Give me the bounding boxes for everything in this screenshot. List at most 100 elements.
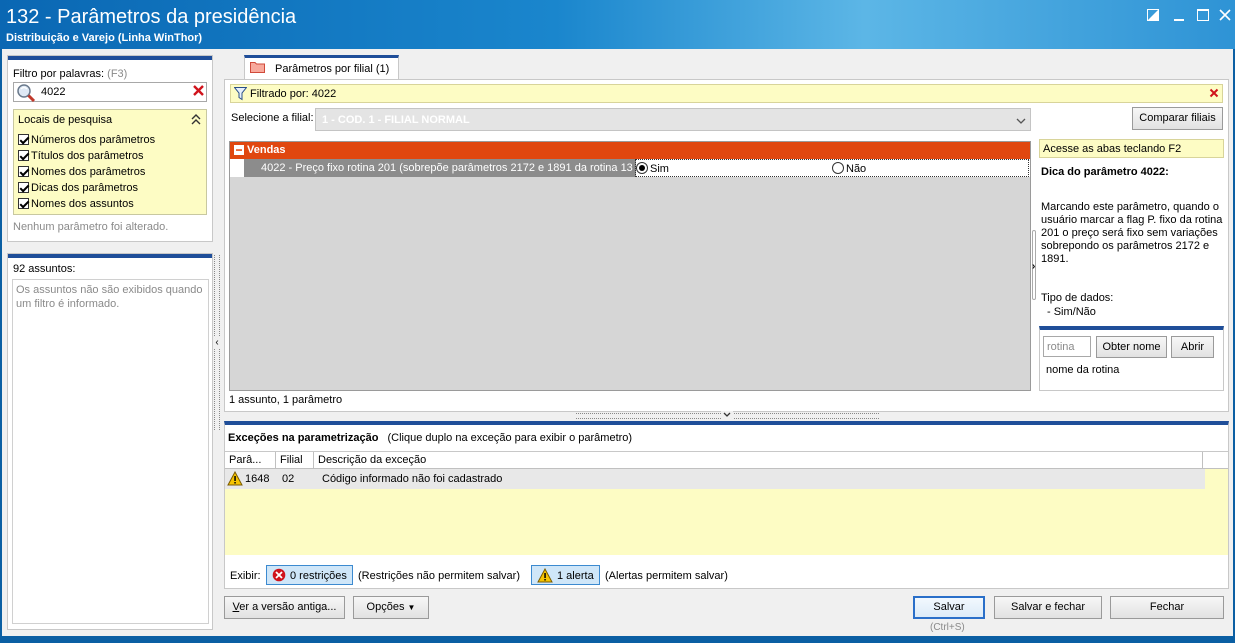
expand-right-icon[interactable]: › <box>1032 261 1035 272</box>
radio-unselected-icon[interactable] <box>832 162 844 174</box>
panel-accent-bar <box>8 56 212 60</box>
subjects-list[interactable]: Os assuntos não são exibidos quando um f… <box>12 279 209 624</box>
data-type-value: - Sim/Não <box>1047 306 1096 318</box>
collapse-icon[interactable] <box>191 114 201 128</box>
open-routine-button[interactable]: Abrir <box>1171 336 1214 358</box>
routine-box: rotina Obter nome Abrir nome da rotina <box>1039 326 1224 391</box>
subjects-note: Os assuntos não são exibidos quando um f… <box>16 284 203 310</box>
chevron-down-icon[interactable] <box>1016 116 1026 128</box>
close-button[interactable]: Fechar <box>1110 596 1224 619</box>
routine-input-placeholder: rotina <box>1047 341 1075 353</box>
exceptions-grid: Parâ... Filial Descrição da exceção 1648… <box>225 451 1228 555</box>
column-header-description[interactable]: Descrição da exceção <box>314 452 1203 468</box>
search-icon <box>16 83 36 106</box>
error-icon <box>272 568 286 585</box>
get-name-button[interactable]: Obter nome <box>1096 336 1167 358</box>
restrictions-toggle-button[interactable]: 0 restrições <box>266 565 353 585</box>
close-window-icon[interactable] <box>1214 6 1235 24</box>
save-button[interactable]: Salvar <box>913 596 985 619</box>
location-label: Nomes dos assuntos <box>31 198 134 210</box>
parameter-value-cell[interactable]: Sim Não <box>635 159 1029 177</box>
location-checkbox-3[interactable]: Dicas dos parâmetros <box>18 180 155 196</box>
routine-input[interactable]: rotina <box>1043 336 1091 357</box>
checkbox-icon[interactable] <box>18 166 29 177</box>
location-label: Dicas dos parâmetros <box>31 182 138 194</box>
filter-panel: Filtro por palavras: (F3) 4022 Locais de… <box>7 55 213 242</box>
checkbox-icon[interactable] <box>18 182 29 193</box>
radio-sim[interactable]: Sim <box>636 162 669 175</box>
alerts-note: (Alertas permitem salvar) <box>605 570 728 582</box>
branch-select-value: 1 - COD. 1 - FILIAL NORMAL <box>322 114 470 126</box>
parameter-row[interactable]: 4022 - Preço fixo rotina 201 (sobrepõe p… <box>230 159 1030 177</box>
window-subtitle: Distribuição e Varejo (Linha WinThor) <box>6 32 203 44</box>
restore-icon[interactable] <box>1142 6 1164 24</box>
filter-input[interactable]: 4022 <box>41 86 65 98</box>
exception-branch: 02 <box>282 473 295 485</box>
hint-title: Dica do parâmetro 4022: <box>1041 166 1169 178</box>
location-checkbox-4[interactable]: Nomes dos assuntos <box>18 196 155 212</box>
group-title: Vendas <box>247 144 286 156</box>
options-button[interactable]: Opções ▼ <box>353 596 429 619</box>
clear-filter-icon[interactable] <box>192 84 205 100</box>
subjects-count: 92 assuntos: <box>13 263 76 275</box>
parameter-row-label: 4022 - Preço fixo rotina 201 (sobrepõe p… <box>261 162 633 174</box>
change-status: Nenhum parâmetro foi alterado. <box>13 221 169 233</box>
dropdown-arrow-icon: ▼ <box>407 603 416 612</box>
exceptions-title: Exceções na parametrização <box>228 432 379 444</box>
window-title: 132 - Parâmetros da presidência <box>6 6 297 28</box>
location-label: Títulos dos parâmetros <box>31 150 144 162</box>
tab-label: Parâmetros por filial (1) <box>275 63 390 75</box>
routine-name: nome da rotina <box>1046 364 1120 376</box>
restrictions-note: (Restrições não permitem salvar) <box>358 570 520 582</box>
filter-shortcut: (F3) <box>107 68 128 80</box>
branch-label: Selecione a filial: <box>231 112 314 124</box>
checkbox-icon[interactable] <box>18 134 29 145</box>
branch-select[interactable]: 1 - COD. 1 - FILIAL NORMAL <box>315 108 1031 131</box>
filtered-bar: Filtrado por: 4022 <box>230 84 1223 103</box>
filter-input-box[interactable]: 4022 <box>13 82 207 103</box>
exceptions-panel: Exceções na parametrização (Clique duplo… <box>224 421 1229 589</box>
group-header-vendas[interactable]: Vendas <box>230 142 1030 159</box>
exceptions-subtitle: (Clique duplo na exceção para exibir o p… <box>387 432 633 444</box>
tab-parameters-by-branch[interactable]: Parâmetros por filial (1) <box>244 55 399 80</box>
checkbox-icon[interactable] <box>18 198 29 209</box>
location-checkbox-2[interactable]: Nomes dos parâmetros <box>18 164 155 180</box>
tabs-hint: Acesse as abas teclando F2 <box>1043 143 1182 155</box>
show-label: Exibir: <box>230 570 261 582</box>
save-shortcut: (Ctrl+S) <box>930 622 965 633</box>
alerts-label: 1 alerta <box>557 570 594 582</box>
radio-nao-label: Não <box>846 163 867 175</box>
location-checkbox-0[interactable]: Números dos parâmetros <box>18 132 155 148</box>
restrictions-label: 0 restrições <box>290 570 347 582</box>
data-type-label: Tipo de dados: <box>1041 292 1114 304</box>
remove-filter-icon[interactable] <box>1209 88 1219 101</box>
collapse-down-icon[interactable] <box>721 411 733 420</box>
maximize-icon[interactable] <box>1192 6 1214 24</box>
column-header-param[interactable]: Parâ... <box>225 452 276 468</box>
old-version-button[interactable]: Ver a versão antiga... <box>224 596 345 619</box>
radio-nao[interactable]: Não <box>832 162 866 175</box>
exception-param: 1648 <box>245 473 270 485</box>
table-row[interactable]: 1648 02 Código informado não foi cadastr… <box>225 469 1205 489</box>
column-header-branch[interactable]: Filial <box>276 452 314 468</box>
exceptions-header: Exceções na parametrização (Clique duplo… <box>228 432 632 444</box>
location-label: Nomes dos parâmetros <box>31 166 146 178</box>
alerts-toggle-button[interactable]: 1 alerta <box>531 565 600 585</box>
parameters-panel: Filtrado por: 4022 Selecione a filial: 1… <box>224 79 1229 412</box>
search-locations-box: Locais de pesquisa Números dos parâmetro… <box>13 109 207 215</box>
radio-selected-icon[interactable] <box>636 162 648 174</box>
options-label: Opções <box>366 601 405 613</box>
radio-sim-label: Sim <box>650 163 669 175</box>
exceptions-header-row: Parâ... Filial Descrição da exceção <box>225 452 1228 469</box>
collapse-left-icon[interactable]: ‹ <box>213 337 221 349</box>
compare-branches-button[interactable]: Comparar filiais <box>1132 107 1223 130</box>
exception-description: Código informado não foi cadastrado <box>322 473 503 485</box>
location-checkbox-1[interactable]: Títulos dos parâmetros <box>18 148 155 164</box>
checkbox-icon[interactable] <box>18 150 29 161</box>
search-locations-title: Locais de pesquisa <box>18 114 113 126</box>
collapse-group-icon[interactable] <box>234 145 244 158</box>
minimize-icon[interactable] <box>1168 6 1190 24</box>
save-and-close-button[interactable]: Salvar e fechar <box>994 596 1102 619</box>
funnel-icon <box>233 87 248 104</box>
filtered-text: Filtrado por: 4022 <box>250 88 337 100</box>
